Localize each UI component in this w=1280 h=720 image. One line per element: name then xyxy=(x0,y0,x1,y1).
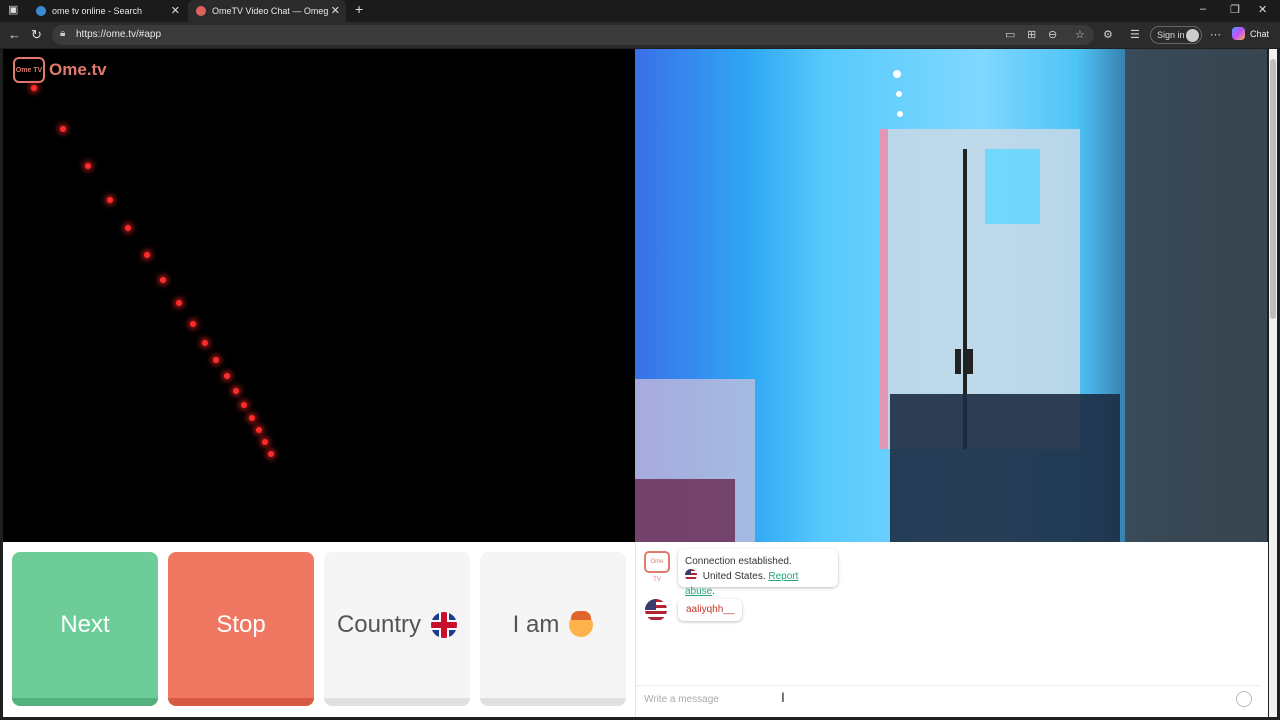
close-tab-icon[interactable]: ✕ xyxy=(331,4,340,17)
led-light xyxy=(125,225,131,231)
led-light xyxy=(107,197,113,203)
address-bar-row: ← ↻ 🔒︎ https://ome.tv/#app ▭ ⊞ ⊖ ☆ ⚙ ☰ S… xyxy=(0,22,1280,48)
minimize-icon[interactable]: – xyxy=(1200,3,1206,15)
chat-panel: Ome TV Connection established. United St… xyxy=(635,542,1268,717)
us-flag-icon xyxy=(685,569,697,581)
tab-search[interactable]: ome tv online - Search ✕ xyxy=(28,0,186,22)
iam-label: I am xyxy=(512,611,560,638)
led-light xyxy=(202,340,208,346)
tab-label: OmeTV Video Chat — Omeg xyxy=(212,6,329,16)
led-light xyxy=(241,402,247,408)
extensions-icon[interactable]: ⚙ xyxy=(1103,28,1113,41)
avatar-icon xyxy=(1186,29,1199,42)
apps-icon[interactable]: ⊞ xyxy=(1027,28,1036,41)
led-light xyxy=(144,252,150,258)
connection-text: Connection established. xyxy=(685,556,792,567)
string-light xyxy=(897,111,903,117)
country-button[interactable]: Country xyxy=(324,552,470,706)
more-icon[interactable]: ⋯ xyxy=(1210,28,1221,41)
next-label: Next xyxy=(60,611,110,638)
country-text: United States. xyxy=(702,571,766,582)
block-icon[interactable]: ⊖ xyxy=(1048,28,1057,41)
message-input[interactable]: Write a message I xyxy=(636,685,1260,712)
led-light xyxy=(31,85,37,91)
door-handle xyxy=(967,349,973,374)
page-content: Ome TV Ome.tv Next Stop Country I am Ome… xyxy=(3,49,1268,717)
close-window-icon[interactable]: ✕ xyxy=(1258,3,1267,16)
text-cursor-icon: I xyxy=(781,689,785,705)
refresh-icon[interactable]: ↻ xyxy=(31,27,42,43)
emoji-icon[interactable] xyxy=(1236,691,1252,707)
stop-button[interactable]: Stop xyxy=(168,552,314,706)
led-light xyxy=(176,300,182,306)
room-scene xyxy=(635,49,1267,542)
led-light xyxy=(268,451,274,457)
sidebar-toggle-icon[interactable]: ▣ xyxy=(8,3,18,16)
led-light xyxy=(190,321,196,327)
scrollbar-thumb[interactable] xyxy=(1270,59,1276,319)
tv-logo-icon: Ome TV xyxy=(13,57,45,83)
tab-bar: ▣ ome tv online - Search ✕ OmeTV Video C… xyxy=(0,0,1280,22)
stranger-message: aaliyqhh__ xyxy=(678,599,743,621)
stop-label: Stop xyxy=(216,611,266,638)
led-light xyxy=(233,388,239,394)
door-edge xyxy=(880,129,888,449)
uk-flag-icon xyxy=(431,612,458,638)
chair-seat xyxy=(635,479,735,542)
door-handle xyxy=(955,349,961,374)
stranger-name: aaliyqhh__ xyxy=(686,604,735,615)
sign-in-label: Sign in xyxy=(1157,30,1185,40)
office-chair xyxy=(890,394,1120,542)
gender-button[interactable]: I am xyxy=(480,552,626,706)
copilot-chat-button[interactable]: Chat xyxy=(1232,27,1269,40)
boy-face-icon xyxy=(569,611,594,637)
favorite-icon[interactable]: ☆ xyxy=(1075,28,1085,41)
url-text[interactable]: https://ome.tv/#app xyxy=(76,29,161,40)
led-light xyxy=(60,126,66,132)
report-suffix: . xyxy=(712,586,716,597)
led-light xyxy=(224,373,230,379)
new-tab-icon[interactable]: + xyxy=(355,1,363,17)
ometv-logo: Ome TV Ome.tv xyxy=(13,57,107,83)
stranger-video: Ome TV Ome.tv xyxy=(3,49,635,542)
collections-icon[interactable]: ☰ xyxy=(1130,28,1140,41)
lock-icon[interactable]: 🔒︎ xyxy=(60,28,65,39)
led-light xyxy=(262,439,268,445)
ometv-favicon-icon xyxy=(196,6,206,16)
led-light xyxy=(85,163,91,169)
close-tab-icon[interactable]: ✕ xyxy=(171,4,180,17)
restore-icon[interactable]: ❐ xyxy=(1230,3,1240,16)
chat-label: Chat xyxy=(1250,28,1270,39)
search-favicon-icon xyxy=(36,6,46,16)
camera-icon[interactable]: ▭ xyxy=(1005,28,1015,41)
sign-in-button[interactable]: Sign in xyxy=(1150,26,1202,44)
led-light xyxy=(256,427,262,433)
next-button[interactable]: Next xyxy=(12,552,158,706)
address-bar[interactable]: 🔒︎ https://ome.tv/#app xyxy=(52,25,1094,45)
copilot-icon xyxy=(1232,27,1245,40)
door-paper xyxy=(985,149,1040,224)
person-arm xyxy=(1125,49,1267,542)
logo-text: Ome.tv xyxy=(49,60,107,79)
led-light xyxy=(160,277,166,283)
tab-label: ome tv online - Search xyxy=(52,6,143,16)
ometv-system-icon: Ome TV xyxy=(644,551,670,583)
stranger-flag-icon xyxy=(645,599,667,621)
message-placeholder: Write a message xyxy=(644,694,719,705)
system-message: Connection established. United States. R… xyxy=(678,549,838,597)
led-light xyxy=(213,357,219,363)
tab-ometv[interactable]: OmeTV Video Chat — Omeg ✕ xyxy=(188,0,346,22)
country-label: Country xyxy=(336,611,422,638)
back-icon[interactable]: ← xyxy=(8,27,21,42)
string-light xyxy=(896,91,902,97)
self-video xyxy=(635,49,1267,542)
page-scrollbar[interactable] xyxy=(1269,49,1277,717)
led-light xyxy=(249,415,255,421)
string-light xyxy=(893,70,901,78)
